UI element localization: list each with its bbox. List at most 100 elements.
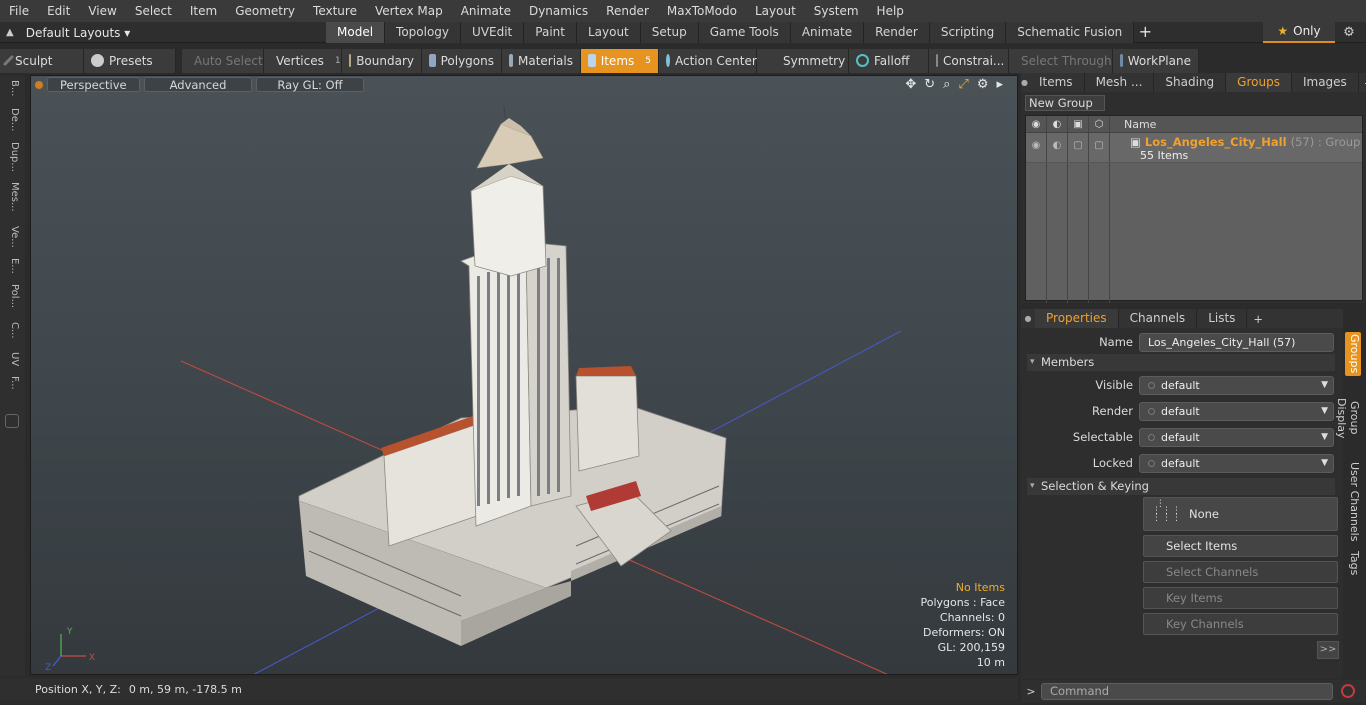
- menu-vertex-map[interactable]: Vertex Map: [366, 0, 452, 22]
- row-eye-icon[interactable]: ◉: [1026, 133, 1047, 162]
- command-input[interactable]: Command: [1041, 682, 1333, 700]
- left-tab-duplicate[interactable]: Dup...: [4, 142, 20, 172]
- side-tab-group-display[interactable]: Group Display: [1335, 382, 1361, 454]
- presets-button[interactable]: Presets: [84, 48, 176, 73]
- tab-properties[interactable]: Properties: [1035, 309, 1119, 328]
- menu-render[interactable]: Render: [597, 0, 658, 22]
- perspective-button[interactable]: Perspective: [47, 77, 140, 92]
- add-tab-icon[interactable]: +: [1134, 22, 1156, 43]
- tab-paint[interactable]: Paint: [524, 22, 577, 43]
- tab-layout[interactable]: Layout: [576, 22, 641, 43]
- tab-topology[interactable]: Topology: [385, 22, 462, 43]
- none-button[interactable]: ⋮ ⋮⋮⋮ ⋮⋮⋮ None: [1143, 497, 1338, 531]
- side-tab-user-channels[interactable]: User Channels: [1345, 462, 1361, 542]
- left-tab-polygon[interactable]: Pol...: [4, 284, 20, 308]
- menu-select[interactable]: Select: [126, 0, 181, 22]
- group-row[interactable]: ◉ ◐ ▢ ▢ ▣ Los_Angeles_City_Hall (57) : G…: [1026, 133, 1362, 163]
- menu-layout[interactable]: Layout: [746, 0, 805, 22]
- select-through-button[interactable]: Select Through: [1009, 48, 1113, 73]
- tab-uvedit[interactable]: UVEdit: [461, 22, 525, 43]
- add-properties-tab-icon[interactable]: +: [1247, 312, 1269, 326]
- menu-help[interactable]: Help: [868, 0, 913, 22]
- default-layouts-dropdown[interactable]: Default Layouts ▾: [26, 26, 131, 40]
- symmetry-button[interactable]: Symmetry: [757, 48, 849, 73]
- visibility-eye-icon[interactable]: ◉: [1026, 116, 1047, 132]
- key-channels-button[interactable]: Key Channels: [1143, 613, 1338, 635]
- left-tab-basic[interactable]: B...: [4, 80, 20, 96]
- panel-menu-icon[interactable]: ●: [1021, 78, 1028, 87]
- action-center-button[interactable]: Action Center: [659, 48, 757, 73]
- row-select-box[interactable]: ▢: [1068, 133, 1089, 162]
- row-render-icon[interactable]: ◐: [1047, 133, 1068, 162]
- new-group-button[interactable]: New Group: [1025, 95, 1105, 111]
- polygons-button[interactable]: Polygons: [422, 48, 502, 73]
- left-strip-toggle[interactable]: [5, 414, 19, 428]
- viewport-gear-icon[interactable]: ⚙: [977, 77, 989, 92]
- raygl-button[interactable]: Ray GL: Off: [256, 77, 364, 92]
- falloff-button[interactable]: Falloff: [849, 48, 929, 73]
- zoom-icon[interactable]: ⌕: [943, 77, 950, 92]
- tab-game-tools[interactable]: Game Tools: [698, 22, 791, 43]
- left-tab-deform[interactable]: De...: [4, 108, 20, 131]
- menu-texture[interactable]: Texture: [304, 0, 366, 22]
- more-button[interactable]: >>: [1317, 641, 1339, 659]
- tab-mesh[interactable]: Mesh ...: [1085, 73, 1155, 92]
- items-button[interactable]: Items 5: [581, 48, 659, 73]
- layout-up-icon[interactable]: ▲: [6, 27, 14, 38]
- pan-icon[interactable]: ✥: [905, 77, 916, 92]
- materials-button[interactable]: Materials: [502, 48, 581, 73]
- constraints-button[interactable]: Constrai...: [929, 48, 1009, 73]
- tab-animate[interactable]: Animate: [790, 22, 865, 43]
- key-items-button[interactable]: Key Items: [1143, 587, 1338, 609]
- menu-animate[interactable]: Animate: [452, 0, 520, 22]
- advanced-button[interactable]: Advanced: [143, 77, 253, 92]
- only-toggle[interactable]: ★ Only: [1263, 22, 1335, 43]
- visible-dropdown[interactable]: default ▼: [1139, 375, 1334, 395]
- record-icon[interactable]: [1341, 684, 1355, 698]
- tab-setup[interactable]: Setup: [640, 22, 699, 43]
- fit-icon[interactable]: ⤢: [958, 77, 968, 92]
- command-arrow-icon[interactable]: >: [1021, 685, 1041, 698]
- menu-file[interactable]: File: [0, 0, 38, 22]
- tab-channels[interactable]: Channels: [1119, 309, 1198, 328]
- menu-system[interactable]: System: [805, 0, 868, 22]
- tab-groups[interactable]: Groups: [1226, 73, 1292, 92]
- selection-keying-section[interactable]: Selection & Keying: [1027, 478, 1335, 495]
- tab-schematic-fusion[interactable]: Schematic Fusion: [1006, 22, 1135, 43]
- sculpt-button[interactable]: Sculpt: [0, 48, 84, 73]
- menu-geometry[interactable]: Geometry: [226, 0, 304, 22]
- members-section[interactable]: Members: [1027, 354, 1335, 371]
- side-tab-tags[interactable]: Tags: [1345, 548, 1361, 578]
- left-tab-edge[interactable]: E...: [4, 258, 20, 274]
- selectable-dropdown[interactable]: default ▼: [1139, 427, 1334, 447]
- render-dropdown[interactable]: default ▼: [1139, 401, 1334, 421]
- menu-view[interactable]: View: [79, 0, 125, 22]
- viewport-menu-icon[interactable]: [35, 80, 43, 89]
- menu-item[interactable]: Item: [181, 0, 226, 22]
- properties-menu-icon[interactable]: ●: [1021, 314, 1035, 323]
- menu-maxtomodo[interactable]: MaxToModo: [658, 0, 746, 22]
- 3d-viewport[interactable]: X Y Z Perspective Advanced Ray GL: Off ✥…: [30, 75, 1018, 675]
- side-tab-groups[interactable]: Groups: [1345, 332, 1361, 376]
- viewport-more-icon[interactable]: ▸: [996, 77, 1003, 92]
- row-lock-box[interactable]: ▢: [1089, 133, 1110, 162]
- tab-images[interactable]: Images: [1292, 73, 1359, 92]
- tab-render[interactable]: Render: [864, 22, 930, 43]
- rotate-icon[interactable]: ↻: [924, 77, 935, 92]
- tab-shading[interactable]: Shading: [1154, 73, 1227, 92]
- left-tab-vertex[interactable]: Ve...: [4, 226, 20, 248]
- left-tab-mesh-edit[interactable]: Mes...: [4, 182, 20, 212]
- lock-icon[interactable]: ⬡: [1089, 116, 1110, 132]
- tab-lists[interactable]: Lists: [1197, 309, 1248, 328]
- select-lock-icon[interactable]: ▣: [1068, 116, 1089, 132]
- workplane-button[interactable]: WorkPlane: [1113, 48, 1199, 73]
- auto-select-button[interactable]: Auto Select: [182, 48, 264, 73]
- left-tab-fusion[interactable]: F...: [4, 376, 20, 390]
- tab-items[interactable]: Items: [1028, 73, 1085, 92]
- left-tab-curve[interactable]: C...: [4, 322, 20, 339]
- locked-dropdown[interactable]: default ▼: [1139, 453, 1334, 473]
- tab-scripting[interactable]: Scripting: [929, 22, 1007, 43]
- left-tab-uv[interactable]: UV: [4, 352, 20, 366]
- add-panel-tab-icon[interactable]: +: [1359, 76, 1366, 90]
- menu-dynamics[interactable]: Dynamics: [520, 0, 597, 22]
